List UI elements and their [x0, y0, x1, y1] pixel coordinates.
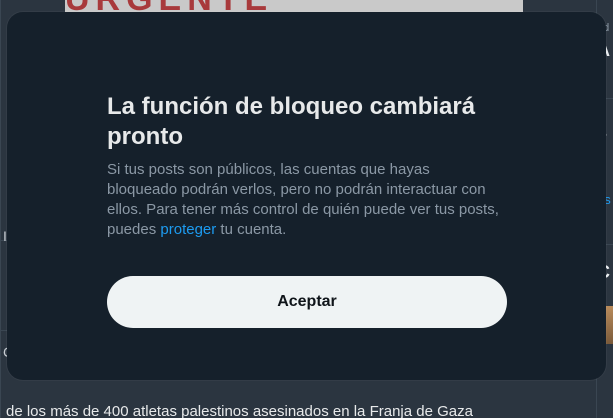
background-post-text: de los más de 400 atletas palestinos ase… — [6, 403, 473, 418]
protect-account-link[interactable]: proteger — [160, 221, 216, 238]
dialog-title: La función de bloqueo cambiará pronto — [107, 93, 476, 150]
dialog-body: Si tus posts son públicos, las cuentas q… — [107, 160, 503, 240]
block-change-dialog: La función de bloqueo cambiará pronto Si… — [7, 12, 606, 380]
dialog-content: La función de bloqueo cambiará pronto Si… — [107, 92, 507, 240]
dialog-body-text-end: tu cuenta. — [216, 221, 287, 238]
background-divider — [0, 0, 1, 418]
accept-button[interactable]: Aceptar — [107, 276, 507, 328]
